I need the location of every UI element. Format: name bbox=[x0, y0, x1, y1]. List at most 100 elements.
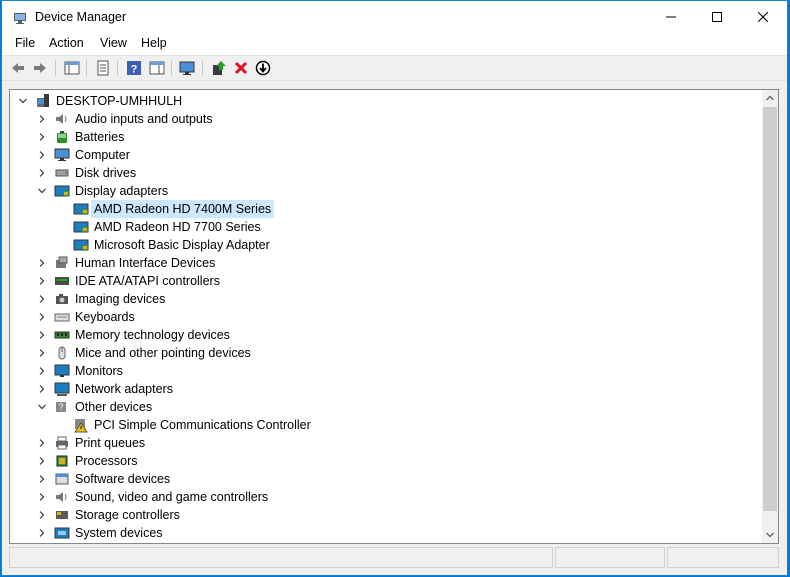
maximize-button[interactable] bbox=[694, 1, 740, 33]
tree-item[interactable]: Audio inputs and outputs bbox=[10, 110, 760, 128]
chevron-right-icon[interactable] bbox=[38, 133, 46, 141]
tree-item[interactable]: Memory technology devices bbox=[10, 326, 760, 344]
tree-root-label: DESKTOP-UMHHULH bbox=[56, 94, 183, 108]
tree-item[interactable]: Sound, video and game controllers bbox=[10, 488, 760, 506]
tree-item[interactable]: Software devices bbox=[10, 470, 760, 488]
tree-item-label: Network adapters bbox=[75, 382, 173, 396]
back-button[interactable] bbox=[8, 58, 28, 78]
delete-x-icon bbox=[234, 61, 248, 75]
forward-button[interactable] bbox=[30, 58, 50, 78]
help-button[interactable]: ? bbox=[124, 58, 144, 78]
display-adapter-icon bbox=[73, 203, 89, 215]
scan-hardware-button[interactable] bbox=[178, 58, 198, 78]
tree-item[interactable]: System devices bbox=[10, 524, 760, 542]
menu-help[interactable]: Help bbox=[141, 36, 167, 50]
unknown-device-icon: ? bbox=[56, 402, 66, 412]
chevron-right-icon[interactable] bbox=[38, 439, 46, 447]
tree-item[interactable]: Disk drives bbox=[10, 164, 760, 182]
tree-root[interactable]: DESKTOP-UMHHULH bbox=[10, 92, 760, 110]
disable-device-button[interactable] bbox=[253, 58, 273, 78]
monitor-scan-icon bbox=[179, 61, 195, 75]
scroll-down-icon[interactable] bbox=[766, 531, 774, 539]
printer-icon bbox=[56, 436, 68, 450]
tree-child-item[interactable]: PCI Simple Communications Controller bbox=[10, 416, 760, 434]
tree-child-item[interactable]: AMD Radeon HD 7400M Series bbox=[10, 200, 760, 218]
tree-child-item[interactable]: Microsoft Basic Display Adapter bbox=[10, 236, 760, 254]
tree-child-item[interactable]: AMD Radeon HD 7700 Series bbox=[10, 218, 760, 236]
chevron-right-icon[interactable] bbox=[38, 115, 46, 123]
chevron-right-icon[interactable] bbox=[38, 169, 46, 177]
tree-item[interactable]: Storage controllers bbox=[10, 506, 760, 524]
properties-button[interactable] bbox=[93, 58, 113, 78]
status-cell-main bbox=[9, 547, 553, 568]
system-icon bbox=[54, 527, 70, 539]
show-hide-console-tree-button[interactable] bbox=[62, 58, 82, 78]
minimize-button[interactable] bbox=[648, 1, 694, 33]
console-tree-icon bbox=[64, 61, 80, 75]
scroll-up-icon[interactable] bbox=[766, 94, 774, 102]
uninstall-device-button[interactable] bbox=[231, 58, 251, 78]
warning-device-icon bbox=[74, 419, 88, 433]
menu-file[interactable]: File bbox=[15, 36, 35, 50]
chevron-right-icon[interactable] bbox=[38, 511, 46, 519]
chevron-right-icon[interactable] bbox=[38, 151, 46, 159]
window-title: Device Manager bbox=[35, 10, 127, 24]
menu-view[interactable]: View bbox=[100, 36, 127, 50]
chevron-right-icon[interactable] bbox=[38, 457, 46, 465]
chevron-right-icon[interactable] bbox=[38, 295, 46, 303]
tree-item[interactable]: Print queues bbox=[10, 434, 760, 452]
chevron-right-icon[interactable] bbox=[38, 277, 46, 285]
tree-item[interactable]: Monitors bbox=[10, 362, 760, 380]
update-driver-button[interactable] bbox=[209, 58, 229, 78]
chevron-right-icon[interactable] bbox=[38, 313, 46, 321]
tree-item-label: Batteries bbox=[75, 130, 125, 144]
tree-item-label: Other devices bbox=[75, 400, 153, 414]
tree-item-label: Memory technology devices bbox=[75, 328, 230, 342]
tree-item-label: System devices bbox=[75, 526, 163, 540]
mouse-icon bbox=[58, 346, 66, 360]
action-pane-button[interactable] bbox=[147, 58, 167, 78]
keyboard-icon bbox=[54, 313, 70, 322]
tree-item-label: Computer bbox=[75, 148, 130, 162]
chevron-down-icon[interactable] bbox=[38, 403, 46, 411]
software-device-icon bbox=[55, 473, 69, 485]
chevron-right-icon[interactable] bbox=[38, 493, 46, 501]
update-driver-icon bbox=[213, 61, 226, 75]
chevron-down-icon[interactable] bbox=[38, 187, 46, 195]
tree-item-label: Keyboards bbox=[75, 310, 135, 324]
properties-icon bbox=[97, 60, 109, 76]
chevron-right-icon[interactable] bbox=[38, 349, 46, 357]
tree-item[interactable]: Keyboards bbox=[10, 308, 760, 326]
ide-controller-icon bbox=[55, 277, 69, 285]
chevron-right-icon[interactable] bbox=[38, 385, 46, 393]
menu-action[interactable]: Action bbox=[49, 36, 84, 50]
tree-item[interactable]: Mice and other pointing devices bbox=[10, 344, 760, 362]
chevron-right-icon[interactable] bbox=[38, 259, 46, 267]
tree-item-label: Storage controllers bbox=[75, 508, 180, 522]
tree-item[interactable]: IDE ATA/ATAPI controllers bbox=[10, 272, 760, 290]
tree-item[interactable]: Imaging devices bbox=[10, 290, 760, 308]
chevron-right-icon[interactable] bbox=[38, 529, 46, 537]
tree-item[interactable]: Display adapters bbox=[10, 182, 760, 200]
storage-icon bbox=[56, 511, 68, 519]
device-manager-icon bbox=[14, 13, 26, 24]
chevron-down-icon[interactable] bbox=[19, 97, 27, 105]
tree-item[interactable]: Batteries bbox=[10, 128, 760, 146]
title-bar[interactable]: Device Manager bbox=[2, 1, 787, 33]
tree-item[interactable]: ? Other devices bbox=[10, 398, 760, 416]
vertical-scrollbar[interactable] bbox=[762, 90, 778, 543]
tree-item[interactable]: Processors bbox=[10, 452, 760, 470]
chevron-right-icon[interactable] bbox=[38, 367, 46, 375]
chevron-right-icon[interactable] bbox=[38, 331, 46, 339]
minimize-icon bbox=[666, 16, 676, 18]
chevron-right-icon[interactable] bbox=[38, 475, 46, 483]
close-button[interactable] bbox=[740, 1, 786, 33]
tree-child-label: Microsoft Basic Display Adapter bbox=[94, 238, 270, 252]
device-tree[interactable]: DESKTOP-UMHHULH Audio inputs and outputs… bbox=[9, 89, 779, 544]
tree-item[interactable]: Computer bbox=[10, 146, 760, 164]
scroll-thumb[interactable] bbox=[763, 107, 777, 511]
tree-item-label: Display adapters bbox=[75, 184, 169, 198]
tree-item[interactable]: Network adapters bbox=[10, 380, 760, 398]
tree-item[interactable]: Human Interface Devices bbox=[10, 254, 760, 272]
display-adapter-icon bbox=[73, 239, 89, 251]
